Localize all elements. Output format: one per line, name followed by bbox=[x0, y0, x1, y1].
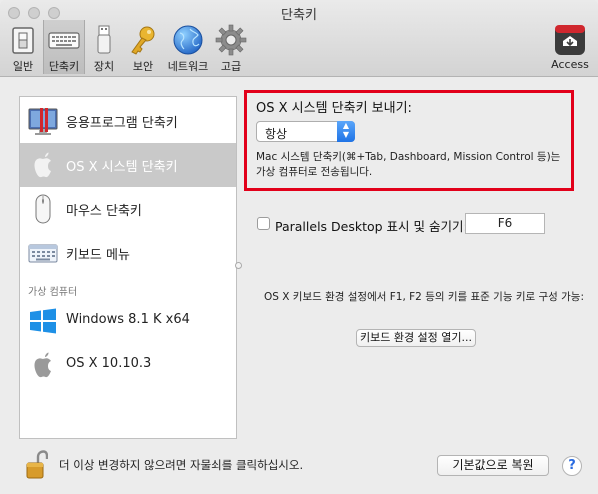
send-shortcuts-label: OS X 시스템 단축키 보내기: bbox=[256, 101, 412, 116]
sidebar-item-label: 응용프로그램 단축키 bbox=[66, 116, 178, 131]
chevron-updown-icon: ▲ ▼ bbox=[337, 121, 355, 142]
open-keyboard-prefs-button[interactable]: 키보드 환경 설정 열기... bbox=[356, 329, 476, 347]
parallels-app-icon bbox=[28, 108, 58, 135]
sidebar-item-label: 키보드 메뉴 bbox=[66, 248, 130, 263]
usb-icon bbox=[97, 25, 111, 54]
switch-icon bbox=[12, 27, 34, 54]
sidebar-item-keyboard-menu[interactable]: 키보드 메뉴 bbox=[20, 231, 236, 275]
mouse-icon bbox=[35, 194, 51, 224]
sidebar-item-vm-windows[interactable]: Windows 8.1 K x64 bbox=[20, 299, 236, 343]
help-button[interactable]: ? bbox=[562, 456, 582, 476]
toolbar-item-access[interactable]: Access bbox=[546, 20, 594, 74]
sidebar-item-osx-shortcuts[interactable]: OS X 시스템 단축키 bbox=[20, 143, 236, 187]
fn-keys-note: OS X 키보드 환경 설정에서 F1, F2 등의 키를 표준 기능 키로 구… bbox=[264, 291, 585, 303]
sidebar: 응용프로그램 단축키 OS X 시스템 단축키 마우스 단축키 키보드 메뉴 가… bbox=[19, 96, 237, 439]
toolbar: 단축키 일반 단축키 장치 보안 네트워크 고급 Access bbox=[0, 0, 598, 77]
toolbar-label: 고급 bbox=[220, 60, 242, 73]
apple-icon bbox=[34, 152, 51, 178]
sidebar-item-label: OS X 10.10.3 bbox=[66, 356, 152, 371]
toolbar-item-general[interactable]: 일반 bbox=[4, 20, 42, 74]
lock-text: 더 이상 변경하지 않으려면 자물쇠를 클릭하십시오. bbox=[59, 458, 304, 472]
toolbar-item-devices[interactable]: 장치 bbox=[86, 20, 122, 74]
show-hide-label: Parallels Desktop 표시 및 숨기기: bbox=[275, 219, 468, 234]
lock-open-icon[interactable] bbox=[26, 450, 48, 480]
sidebar-section-vms: 가상 컴퓨터 bbox=[28, 287, 78, 298]
toolbar-label: 장치 bbox=[93, 60, 115, 73]
toolbar-label: 단축키 bbox=[48, 60, 80, 73]
sidebar-item-label: 마우스 단축키 bbox=[66, 204, 142, 219]
keyboard-icon bbox=[28, 244, 58, 263]
sidebar-item-label: Windows 8.1 K x64 bbox=[66, 312, 190, 327]
split-resize-handle[interactable] bbox=[235, 262, 242, 269]
keyboard-icon bbox=[48, 32, 80, 49]
restore-defaults-button[interactable]: 기본값으로 복원 bbox=[437, 455, 549, 476]
gear-icon bbox=[215, 24, 247, 56]
toolbar-item-network[interactable]: 네트워크 bbox=[164, 20, 212, 74]
send-shortcuts-select[interactable]: 항상 ▲ ▼ bbox=[256, 121, 355, 142]
sidebar-item-label: OS X 시스템 단축키 bbox=[66, 160, 178, 175]
apple-icon bbox=[34, 352, 51, 378]
key-icon bbox=[131, 26, 155, 55]
parallels-access-icon bbox=[555, 25, 585, 55]
description-line: 가상 컴퓨터로 전송됩니다. bbox=[256, 166, 373, 178]
toolbar-label: 보안 bbox=[132, 60, 154, 73]
toolbar-label: 일반 bbox=[12, 60, 34, 73]
sidebar-item-app-shortcuts[interactable]: 응용프로그램 단축키 bbox=[20, 99, 236, 143]
show-hide-shortcut-field[interactable]: F6 bbox=[465, 213, 545, 234]
show-hide-checkbox[interactable] bbox=[257, 217, 270, 230]
toolbar-item-shortcuts[interactable]: 단축키 bbox=[43, 20, 85, 74]
sidebar-item-mouse-shortcuts[interactable]: 마우스 단축키 bbox=[20, 187, 236, 231]
send-shortcuts-description: Mac 시스템 단축키(⌘+Tab, Dashboard, Mission Co… bbox=[256, 150, 560, 180]
description-line: Mac 시스템 단축키(⌘+Tab, Dashboard, Mission Co… bbox=[256, 151, 561, 163]
toolbar-item-security[interactable]: 보안 bbox=[125, 20, 161, 74]
toolbar-label: 네트워크 bbox=[167, 60, 209, 73]
toolbar-label: Access bbox=[551, 58, 589, 71]
globe-icon bbox=[173, 25, 203, 55]
toolbar-item-advanced[interactable]: 고급 bbox=[213, 20, 249, 74]
send-shortcuts-value: 항상 bbox=[265, 127, 288, 141]
windows-icon bbox=[30, 308, 56, 334]
sidebar-item-vm-osx[interactable]: OS X 10.10.3 bbox=[20, 343, 236, 387]
preferences-window: 단축키 일반 단축키 장치 보안 네트워크 고급 Access 응용프로그램 단… bbox=[0, 0, 598, 494]
